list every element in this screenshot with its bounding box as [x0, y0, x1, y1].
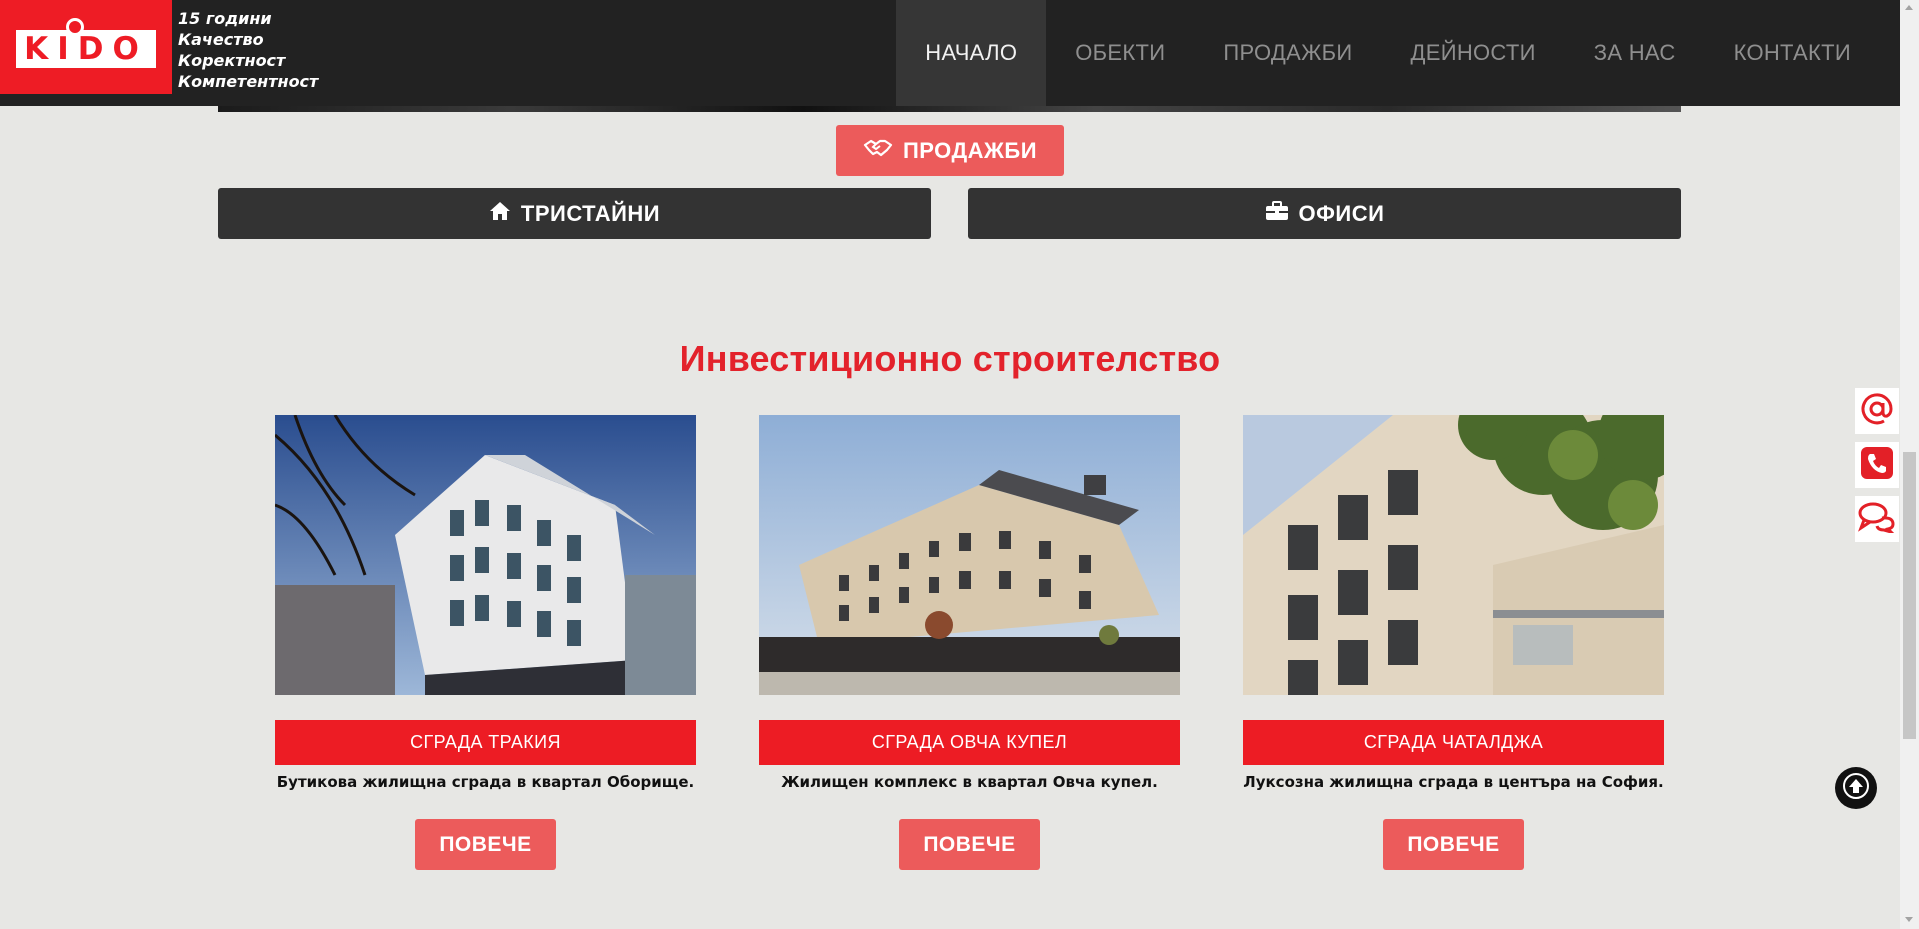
project-title[interactable]: СГРАДА ТРАКИЯ [275, 720, 696, 765]
menu-item-sales[interactable]: ПРОДАЖБИ [1194, 0, 1381, 106]
email-icon [1860, 392, 1894, 431]
more-button[interactable]: ПОВЕЧЕ [415, 819, 556, 870]
project-card: СГРАДА ЧАТАЛДЖА Луксозна жилищна сграда … [1243, 415, 1664, 870]
logo-badge: KIDO [16, 30, 156, 68]
project-description: Жилищен комплекс в квартал Овча купел. [781, 773, 1158, 791]
tagline-line: Качество [178, 30, 264, 49]
offices-button[interactable]: ОФИСИ [968, 188, 1681, 239]
project-photo-trakia[interactable] [275, 415, 696, 695]
briefcase-icon [1265, 200, 1289, 227]
arrow-up-icon [1843, 772, 1869, 804]
project-photo-chataldzha[interactable] [1243, 415, 1664, 695]
more-button[interactable]: ПОВЕЧЕ [899, 819, 1040, 870]
logo[interactable]: KIDO [0, 0, 172, 94]
email-widget[interactable] [1855, 388, 1899, 434]
project-description: Бутикова жилищна сграда в квартал Оборищ… [276, 773, 695, 791]
top-navigation: KIDO 15 години Качество Коректност Компе… [0, 0, 1900, 106]
tagline: 15 години Качество Коректност Компетентн… [178, 8, 318, 92]
menu-item-activities[interactable]: ДЕЙНОСТИ [1382, 0, 1565, 106]
scrollbar-thumb[interactable] [1903, 452, 1916, 739]
main-menu: НАЧАЛО ОБЕКТИ ПРОДАЖБИ ДЕЙНОСТИ ЗА НАС К… [896, 0, 1880, 106]
more-button[interactable]: ПОВЕЧЕ [1383, 819, 1524, 870]
scroll-down-arrow-icon[interactable] [1905, 917, 1913, 922]
phone-icon [1860, 446, 1894, 485]
logo-text: KIDO [24, 31, 148, 67]
tagline-line: 15 години [178, 9, 272, 28]
sales-button[interactable]: ПРОДАЖБИ [836, 125, 1064, 176]
phone-widget[interactable] [1855, 442, 1899, 488]
three-room-button-label: ТРИСТАЙНИ [520, 200, 661, 226]
logo-figure-icon [66, 18, 84, 36]
tagline-line: Коректност [178, 51, 286, 70]
tagline-line: Компетентност [178, 72, 319, 91]
three-room-button[interactable]: ТРИСТАЙНИ [218, 188, 931, 239]
project-title[interactable]: СГРАДА ЧАТАЛДЖА [1243, 720, 1664, 765]
menu-item-about[interactable]: ЗА НАС [1565, 0, 1705, 106]
back-to-top-button[interactable] [1835, 767, 1877, 809]
home-icon [489, 201, 511, 227]
chat-widget[interactable] [1855, 496, 1899, 542]
chat-icon [1857, 501, 1897, 538]
offices-button-label: ОФИСИ [1298, 200, 1385, 226]
menu-item-objects[interactable]: ОБЕКТИ [1046, 0, 1194, 106]
project-card: СГРАДА ТРАКИЯ Бутикова жилищна сграда в … [275, 415, 696, 870]
menu-item-contacts[interactable]: КОНТАКТИ [1705, 0, 1880, 106]
menu-item-home[interactable]: НАЧАЛО [896, 0, 1047, 106]
project-title[interactable]: СГРАДА ОВЧА КУПЕЛ [759, 720, 1180, 765]
project-description: Луксозна жилищна сграда в центъра на Соф… [1243, 773, 1664, 791]
page-scrollbar[interactable] [1900, 0, 1919, 929]
project-card: СГРАДА ОВЧА КУПЕЛ Жилищен комплекс в ква… [759, 415, 1180, 870]
handshake-icon [863, 138, 893, 164]
sales-button-label: ПРОДАЖБИ [902, 137, 1038, 163]
project-photo-ovcha-kupel[interactable] [759, 415, 1180, 695]
scroll-up-arrow-icon[interactable] [1905, 5, 1913, 10]
section-title: Инвестиционно строителство [679, 338, 1221, 379]
